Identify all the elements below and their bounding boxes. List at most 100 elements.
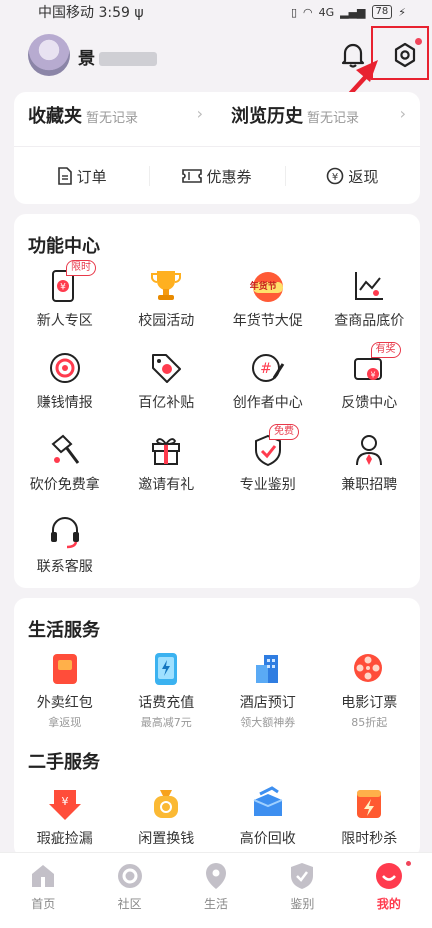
phone-charge-icon [155,653,178,685]
hotel-icon [255,655,278,683]
price-chart-icon [355,272,384,300]
service-label: 闲置换钱 [138,831,195,847]
service-flash-sale[interactable]: 限时秒杀 [319,784,421,854]
service-sub: 最高减7元 [140,716,192,729]
feature-feedback[interactable]: ¥ 有奖 反馈中心 [319,342,421,430]
service-label: 外卖红包 [36,695,93,711]
location-pin-icon [206,863,227,889]
divider [14,146,420,147]
tab-label: 我的 [376,897,401,911]
collect-title: 收藏夹 [28,106,82,127]
service-label: 酒店预订 [239,695,296,711]
orders-label: 订单 [76,167,107,186]
tab-label: 生活 [204,897,229,911]
feature-subsidy[interactable]: 百亿补贴 [116,348,218,430]
down-arrow-yen-icon: ¥ [48,790,81,820]
svg-text:¥: ¥ [371,371,376,380]
service-label: 限时秒杀 [341,831,398,847]
feature-bargain[interactable]: 砍价免费拿 [14,430,116,512]
gift-icon [152,438,181,465]
service-recycle[interactable]: 高价回收 [217,784,319,854]
shield-check-icon [291,863,314,889]
service-movie[interactable]: 电影订票 85折起 [319,650,421,730]
service-sub: 拿返现 [48,716,82,729]
tab-label: 鉴别 [290,897,315,911]
feature-label: 校园活动 [138,313,195,329]
feature-label: 百亿补贴 [138,395,195,411]
headset-icon [50,517,79,549]
feature-label: 邀请有礼 [138,477,195,493]
limited-badge: 限时 [66,260,96,276]
collect-entry[interactable]: 收藏夹 暂无记录 › [14,102,217,128]
service-label: 话费充值 [138,695,195,711]
feature-label: 反馈中心 [341,395,398,411]
home-icon [32,865,55,887]
cashback-label: 返现 [348,167,379,186]
service-topup[interactable]: 话费充值 最高减7元 [116,650,218,730]
tab-mine[interactable]: 我的 [346,853,432,928]
service-sub: 领大额神券 [240,716,296,729]
film-reel-icon [354,654,383,682]
mine-notification-dot [403,859,413,868]
tab-life[interactable]: 生活 [173,853,259,928]
service-label: 瑕疵捡漏 [36,831,93,847]
tab-community[interactable]: 社区 [86,853,172,928]
feature-part-time[interactable]: 兼职招聘 [319,430,421,512]
function-center-title: 功能中心 [28,236,100,257]
feature-authentication[interactable]: 免费 专业鉴别 [217,424,319,512]
coupons-label: 优惠券 [206,167,252,186]
svg-text:¥: ¥ [60,283,66,293]
feature-money-tips[interactable]: 赚钱情报 [14,348,116,430]
service-idle-exchange[interactable]: 闲置换钱 [116,784,218,854]
creator-pen-icon: # [251,354,285,382]
flash-sale-icon [357,790,382,818]
history-entry[interactable]: 浏览历史 暂无记录 › [217,102,420,128]
cashback-link[interactable]: ¥ 返现 [284,154,420,198]
svg-text:¥: ¥ [332,172,338,183]
service-sub: 85折起 [351,716,388,729]
chevron-right-icon: › [196,104,203,123]
community-icon [117,864,142,888]
feature-campus[interactable]: 校园活动 [116,266,218,348]
order-icon [57,167,72,185]
orders-link[interactable]: 订单 [14,154,149,198]
target-icon [49,353,80,383]
service-label: 高价回收 [239,831,296,847]
coupon-icon [182,169,203,183]
smiley-icon [375,863,402,889]
tab-authenticate[interactable]: 鉴别 [259,853,345,928]
feature-label: 新人专区 [36,313,93,329]
hammer-icon [51,434,79,464]
service-takeout[interactable]: 外卖红包 拿返现 [14,650,116,730]
feature-label: 创作者中心 [232,395,303,411]
coupons-link[interactable]: 优惠券 [149,154,284,198]
money-bag-icon [154,790,179,818]
feature-price-check[interactable]: 查商品底价 [319,266,421,348]
red-envelope-icon [52,654,77,684]
feature-label: 赚钱情报 [36,395,93,411]
new-year-tag: 年货节 [249,282,277,292]
chevron-right-icon: › [399,104,406,123]
history-sub: 暂无记录 [307,111,360,126]
service-label: 电影订票 [341,695,398,711]
recycle-box-icon [253,786,283,816]
person-tie-icon [356,435,383,466]
price-tag-icon [152,354,182,383]
feature-newcomer[interactable]: ¥ 限时 新人专区 [14,260,116,348]
collect-sub: 暂无记录 [86,111,139,126]
yen-circle-icon: ¥ [327,167,344,185]
tab-home[interactable]: 首页 [0,853,86,928]
reward-badge: 有奖 [370,342,401,358]
history-title: 浏览历史 [231,106,303,127]
feature-invite[interactable]: 邀请有礼 [116,430,218,512]
services-card: 生活服务 外卖红包 拿返现 话费充值 最高减7元 酒店预订 领大额神券 电影订票… [14,598,420,858]
life-services-title: 生活服务 [28,620,100,641]
feature-new-year-sale[interactable]: 年货节 年货节大促 [217,266,319,348]
service-flaw-deals[interactable]: ¥ 瑕疵捡漏 [14,784,116,854]
service-hotel[interactable]: 酒店预订 领大额神券 [217,650,319,730]
favorites-card: 收藏夹 暂无记录 › 浏览历史 暂无记录 › 订单 优惠券 ¥ 返现 [14,92,420,204]
feature-creator-center[interactable]: # 创作者中心 [217,348,319,430]
feature-label: 查商品底价 [334,313,405,329]
bottom-tab-bar: 首页 社区 生活 鉴别 我的 [0,852,432,928]
feature-customer-service[interactable]: 联系客服 [14,512,116,594]
